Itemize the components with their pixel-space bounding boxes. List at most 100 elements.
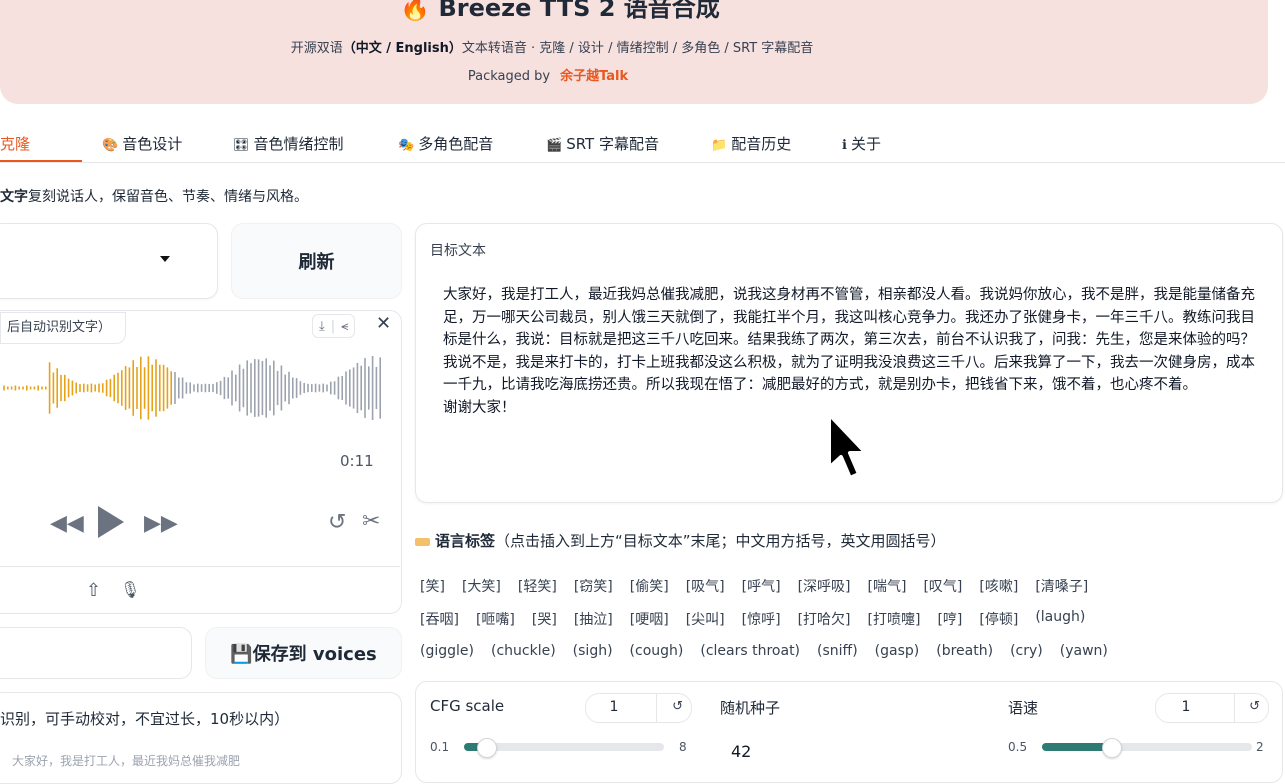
- audio-label: 后自动识别文字）: [0, 312, 127, 344]
- language-tag[interactable]: [尖叫]: [681, 607, 730, 631]
- language-tag[interactable]: [吞咽]: [415, 607, 464, 631]
- microphone-icon[interactable]: 🎙: [120, 580, 140, 599]
- audio-toolbar: ⤓ | ⪪: [312, 314, 356, 338]
- voice-name-input[interactable]: [0, 627, 192, 679]
- folder-icon: 📁: [711, 138, 728, 153]
- language-tag[interactable]: [窃笑]: [569, 574, 618, 598]
- language-tag[interactable]: [深呼吸]: [793, 574, 856, 598]
- language-tag[interactable]: (clears throat): [695, 641, 805, 661]
- tab-description: 文字复刻说话人，保留音色、节奏、情绪与风格。: [0, 189, 308, 205]
- reset-icon[interactable]: ↺: [1249, 699, 1260, 714]
- play-icon[interactable]: [98, 506, 124, 538]
- language-tag[interactable]: [大笑]: [457, 574, 506, 598]
- author-link[interactable]: 余子越Talk: [560, 69, 628, 84]
- language-tag[interactable]: (chuckle): [486, 641, 561, 661]
- undo-icon[interactable]: ↺: [328, 510, 346, 535]
- slider-handle[interactable]: [477, 738, 497, 758]
- language-tag[interactable]: [轻笑]: [513, 574, 562, 598]
- language-tag[interactable]: (sniff): [812, 641, 863, 661]
- masks-icon: 🎭: [398, 138, 415, 153]
- language-tag[interactable]: [清嗓子]: [1030, 574, 1093, 598]
- fast-forward-icon[interactable]: ▶▶: [144, 511, 178, 536]
- rewind-icon[interactable]: ◀◀: [50, 511, 84, 536]
- cfg-min: 0.1: [430, 740, 450, 754]
- speed-max: 2: [1256, 740, 1264, 754]
- language-tag[interactable]: (laugh): [1030, 607, 1090, 631]
- cfg-scale-slider[interactable]: [464, 738, 664, 758]
- generation-params-card: [415, 681, 1283, 783]
- chevron-down-icon[interactable]: [160, 256, 170, 262]
- reference-text-card: [0, 692, 402, 784]
- tab-history[interactable]: 📁 配音历史: [711, 133, 791, 154]
- voice-select-dropdown[interactable]: [0, 223, 218, 299]
- reference-text-input[interactable]: 大家好，我是打工人，最近我妈总催我减肥: [12, 752, 240, 769]
- palette-icon: 🎨: [102, 138, 119, 153]
- cfg-scale-label: CFG scale: [430, 697, 505, 715]
- tab-about[interactable]: ℹ 关于: [842, 133, 881, 154]
- tag-row: [笑] [大笑] [轻笑] [窃笑] [偷笑] [吸气] [呼气] [深呼吸] [喘气] [叹气]…: [415, 574, 1093, 598]
- language-tags-title: 语言标签（点击插入到上方“目标文本”末尾；中文用方括号，英文用圆括号）: [415, 530, 946, 551]
- audio-waveform[interactable]: [0, 352, 390, 424]
- language-tag[interactable]: [打哈欠]: [793, 607, 856, 631]
- reset-icon[interactable]: ↺: [672, 699, 683, 714]
- download-icon[interactable]: ⤓: [319, 319, 325, 334]
- upload-icon[interactable]: ⇧: [86, 580, 101, 601]
- language-tag[interactable]: (breath): [931, 641, 998, 661]
- target-text-label: 目标文本: [430, 243, 486, 259]
- language-tag[interactable]: [吸气]: [681, 574, 730, 598]
- speed-min: 0.5: [1008, 740, 1028, 754]
- language-tag[interactable]: [叹气]: [918, 574, 967, 598]
- language-tag[interactable]: [呼气]: [737, 574, 786, 598]
- language-tag[interactable]: [咂嘴]: [471, 607, 520, 631]
- seed-input[interactable]: 42: [731, 742, 751, 761]
- control-knobs-icon: 🎛: [233, 138, 250, 153]
- packaged-by: Packaged by 余子越Talk: [467, 69, 629, 84]
- language-tag[interactable]: [偷笑]: [625, 574, 674, 598]
- mouse-cursor-icon: [827, 412, 868, 480]
- scissors-icon[interactable]: ✂: [362, 509, 380, 534]
- tab-divider: [0, 162, 1285, 163]
- cfg-scale-input[interactable]: 1 ↺: [585, 693, 692, 723]
- tab-voice-design[interactable]: 🎨 音色设计: [102, 133, 182, 154]
- speed-label: 语速: [1008, 699, 1039, 717]
- language-tag[interactable]: [哽咽]: [625, 607, 674, 631]
- reference-text-label: 识别，可手动校对，不宜过长，10秒以内）: [0, 710, 290, 728]
- clapper-icon: 🎬: [546, 138, 563, 153]
- language-tag[interactable]: (gasp): [870, 641, 925, 661]
- tab-emotion-control[interactable]: 🎛 音色情绪控制: [233, 133, 344, 154]
- language-tag[interactable]: [打喷嚏]: [863, 607, 926, 631]
- speed-slider[interactable]: [1042, 738, 1252, 758]
- info-icon: ℹ: [842, 138, 847, 153]
- language-tag[interactable]: [哭]: [527, 607, 562, 631]
- language-tag[interactable]: [抽泣]: [569, 607, 618, 631]
- tag-row: [吞咽] [咂嘴] [哭] [抽泣] [哽咽] [尖叫] [惊呼] [打哈欠] [打喷嚏] [哼]…: [415, 607, 1090, 631]
- language-tag[interactable]: [停顿]: [974, 607, 1023, 631]
- language-tag[interactable]: [哼]: [932, 607, 967, 631]
- language-tag[interactable]: [咳嗽]: [974, 574, 1023, 598]
- app-subtitle: 开源双语（中文 / English）文本转语音 · 克隆 / 设计 / 情绪控制…: [290, 41, 814, 56]
- seed-label: 随机种子: [720, 699, 781, 717]
- tab-multi-role[interactable]: 🎭 多角色配音: [398, 133, 493, 154]
- speed-input[interactable]: 1 ↺: [1155, 693, 1269, 723]
- cfg-max: 8: [679, 740, 687, 754]
- language-tag[interactable]: [笑]: [415, 574, 450, 598]
- fire-icon: 🔥: [400, 0, 431, 22]
- language-tag[interactable]: [喘气]: [863, 574, 912, 598]
- language-tag[interactable]: [惊呼]: [737, 607, 786, 631]
- language-tag[interactable]: (yawn): [1055, 641, 1113, 661]
- app-title: 🔥 Breeze TTS 2 语音合成: [0, 0, 1120, 23]
- divider: [0, 566, 400, 567]
- tag-row: (giggle) (chuckle) (sigh) (cough) (clears th…: [415, 641, 1113, 661]
- language-tag[interactable]: (giggle): [415, 641, 479, 661]
- save-to-voices-button[interactable]: 💾保存到 voices: [205, 627, 402, 679]
- share-icon[interactable]: ⪪: [341, 319, 348, 334]
- language-tag[interactable]: (sigh): [568, 641, 618, 661]
- language-tag[interactable]: (cry): [1005, 641, 1048, 661]
- language-tag[interactable]: (cough): [625, 641, 689, 661]
- refresh-button[interactable]: 刷新: [231, 223, 402, 299]
- tag-icon: [415, 537, 430, 546]
- tab-voice-clone[interactable]: 音色克隆: [0, 133, 30, 154]
- target-text-area[interactable]: 大家好，我是打工人，最近我妈总催我减肥，说我这身材再不管管，相亲都没人看。我说妈…: [443, 284, 1255, 419]
- close-icon[interactable]: ✕: [376, 313, 391, 334]
- tab-srt-dubbing[interactable]: 🎬 SRT 字幕配音: [546, 133, 659, 154]
